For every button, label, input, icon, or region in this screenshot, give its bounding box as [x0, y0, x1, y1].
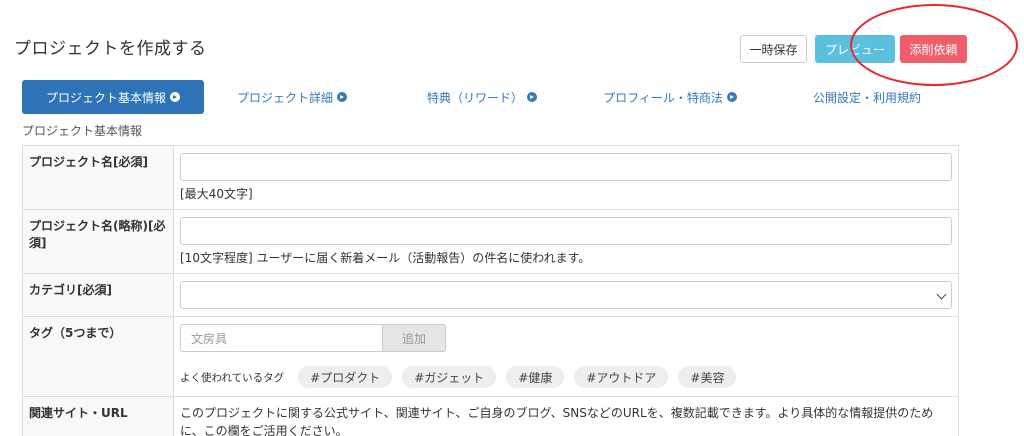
project-short-name-input[interactable]: [180, 217, 952, 245]
page-title: プロジェクトを作成する: [14, 39, 207, 59]
save-draft-button[interactable]: 一時保存: [740, 35, 807, 63]
tab-label: 特典（リワード）: [426, 90, 523, 105]
tab-profile[interactable]: プロフィール・特商法: [600, 80, 740, 114]
tag-chip[interactable]: #プロダクト: [298, 366, 393, 388]
field-cell: [173, 273, 959, 317]
field-note: [10文字程度] ユーザーに届く新着メール（活動報告）の件名に使われます。: [180, 251, 591, 265]
field-cell: [最大40文字]: [173, 145, 959, 210]
field-cell: [10文字程度] ユーザーに届く新着メール（活動報告）の件名に使われます。: [173, 209, 959, 274]
preview-button[interactable]: プレビュー: [815, 35, 895, 63]
tab-publish-settings[interactable]: 公開設定・利用規約: [802, 80, 932, 114]
request-review-button[interactable]: 添削依頼: [900, 35, 967, 63]
tag-chip[interactable]: #アウトドア: [574, 366, 669, 388]
arrow-right-circle-icon: [527, 92, 537, 102]
arrow-right-circle-icon: [726, 92, 737, 102]
tab-basic-info[interactable]: プロジェクト基本情報: [22, 80, 204, 114]
tab-label: プロジェクト基本情報: [45, 90, 166, 105]
form-row-category: カテゴリ[必須]: [22, 273, 959, 317]
field-label: 関連サイト・URL: [22, 396, 174, 436]
form-row-name: プロジェクト名[必須] [最大40文字]: [22, 145, 959, 210]
tag-entry: 文房具 追加: [180, 324, 952, 352]
section-title: プロジェクト基本情報: [22, 124, 143, 138]
category-select[interactable]: [180, 281, 952, 309]
field-label: プロジェクト名(略称)[必須]: [22, 209, 174, 274]
form-row-tags: タグ（5つまで） 文房具 追加 よく使われているタグ #プロダクト #ガジェット…: [22, 316, 959, 397]
tab-label: プロジェクト詳細: [236, 90, 333, 105]
tag-input[interactable]: 文房具: [180, 324, 382, 352]
tag-chip[interactable]: #ガジェット: [402, 366, 497, 388]
field-label: プロジェクト名[必須]: [22, 145, 174, 210]
project-name-input[interactable]: [180, 153, 952, 181]
form-row-related-url: 関連サイト・URL このプロジェクトに関する公式サイト、関連サイト、ご自身のブロ…: [22, 396, 959, 436]
tab-label: プロフィール・特商法: [603, 90, 723, 105]
tag-chip[interactable]: #健康: [506, 366, 565, 388]
field-label: タグ（5つまで）: [22, 316, 174, 397]
form-row-short-name: プロジェクト名(略称)[必須] [10文字程度] ユーザーに届く新着メール（活動…: [22, 209, 959, 274]
tab-project-details[interactable]: プロジェクト詳細: [222, 80, 362, 114]
field-note: [最大40文字]: [180, 187, 253, 201]
tab-label: 公開設定・利用規約: [812, 90, 921, 105]
tag-chip[interactable]: #美容: [678, 366, 737, 388]
arrow-right-circle-icon: [337, 92, 347, 102]
add-tag-button[interactable]: 追加: [382, 324, 446, 352]
popular-tags-label: よく使われているタグ: [180, 371, 285, 384]
arrow-right-circle-icon: [170, 92, 180, 102]
field-label: カテゴリ[必須]: [22, 273, 174, 317]
chevron-down-icon: [936, 289, 947, 300]
related-url-description: このプロジェクトに関する公式サイト、関連サイト、ご自身のブログ、SNSなどのUR…: [180, 406, 934, 436]
tab-rewards[interactable]: 特典（リワード）: [417, 80, 547, 114]
popular-tags: よく使われているタグ #プロダクト #ガジェット #健康 #アウトドア #美容: [180, 366, 952, 388]
field-cell: 文房具 追加 よく使われているタグ #プロダクト #ガジェット #健康 #アウト…: [173, 316, 959, 397]
basic-info-form: プロジェクト名[必須] [最大40文字] プロジェクト名(略称)[必須] [10…: [22, 145, 959, 436]
field-cell: このプロジェクトに関する公式サイト、関連サイト、ご自身のブログ、SNSなどのUR…: [173, 396, 959, 436]
step-tabs: プロジェクト基本情報 プロジェクト詳細 特典（リワード） プロフィール・特商法 …: [22, 80, 962, 114]
